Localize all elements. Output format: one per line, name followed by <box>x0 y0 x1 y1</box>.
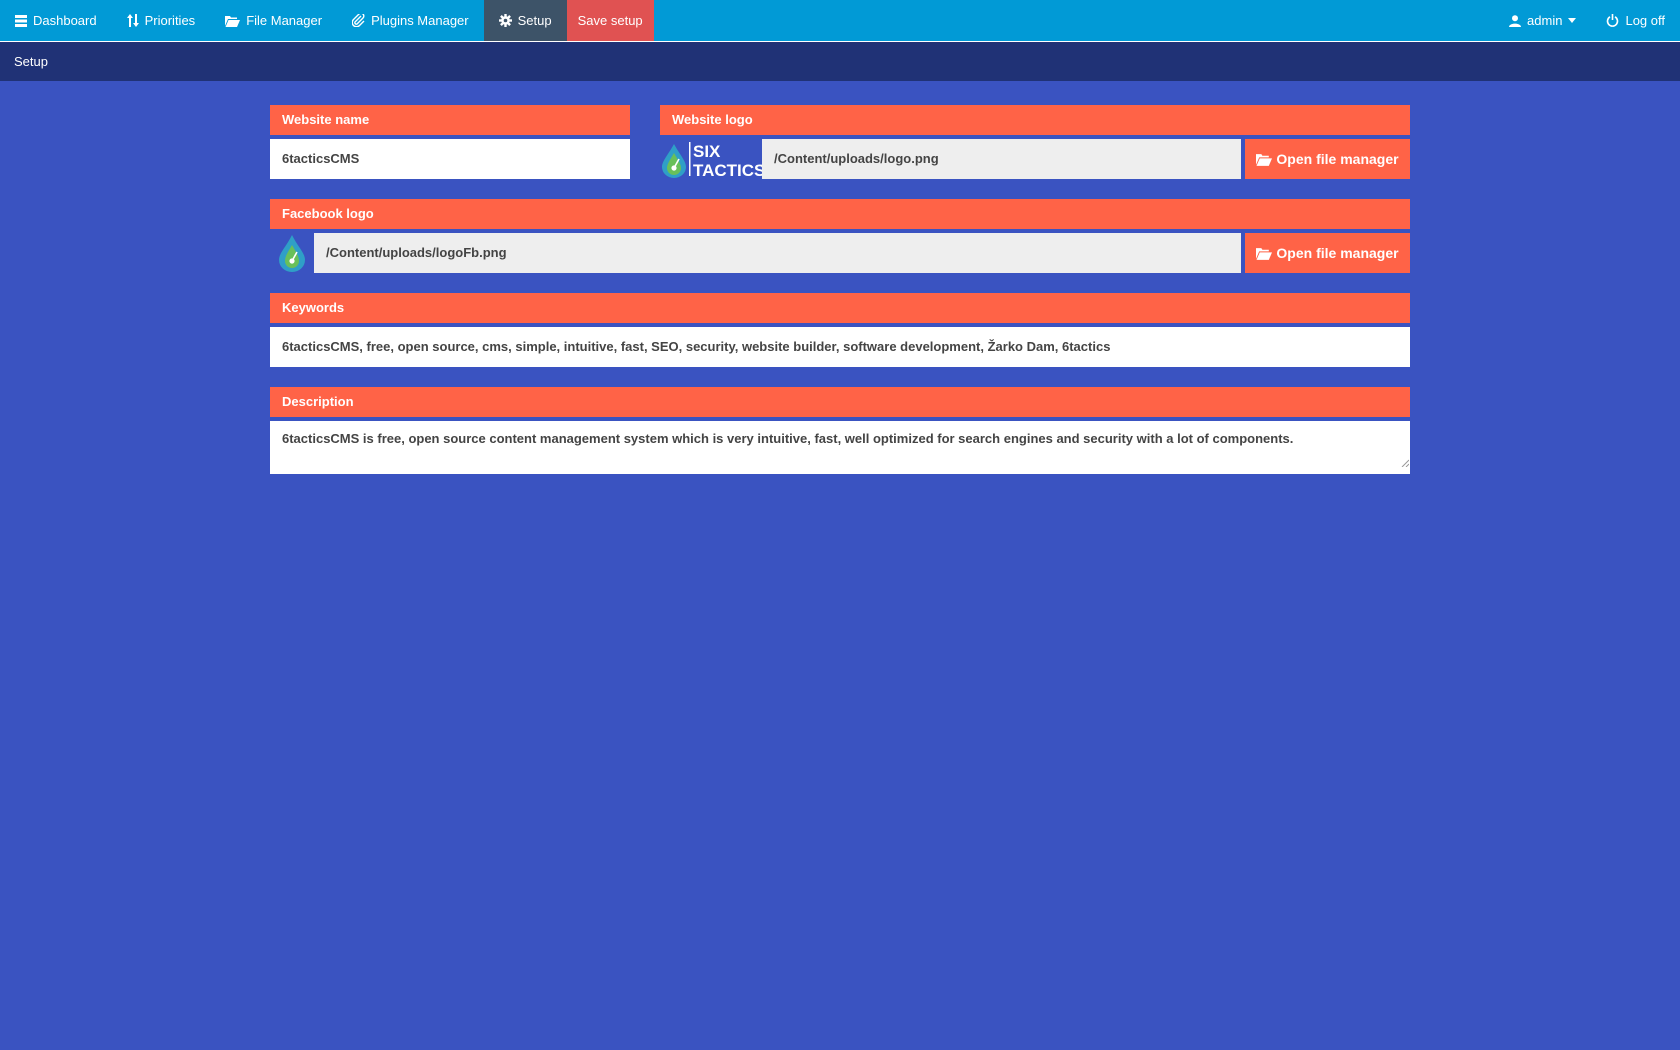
gear-icon <box>498 14 512 27</box>
website-logo-preview: SIX TACTICS <box>660 139 762 179</box>
website-name-input[interactable]: 6tacticsCMS <box>270 139 630 179</box>
user-icon <box>1509 14 1522 27</box>
power-icon <box>1606 14 1619 27</box>
nav-dashboard-label: Dashboard <box>33 13 97 28</box>
website-logo-open-file-manager-label: Open file manager <box>1276 151 1399 167</box>
user-menu[interactable]: admin <box>1494 0 1591 41</box>
folder-open-icon <box>1256 153 1273 166</box>
logoff-link[interactable]: Log off <box>1591 0 1680 41</box>
website-logo-row: SIX TACTICS /Content/uploads/logo.png Op… <box>660 139 1410 179</box>
facebook-logo-input[interactable]: /Content/uploads/logoFb.png <box>314 233 1241 273</box>
website-logo-group: Website logo SIX TACTICS /Content/upload… <box>660 105 1410 179</box>
user-name: admin <box>1527 13 1563 28</box>
breadcrumb: Setup <box>0 42 1680 81</box>
keywords-input[interactable]: 6tacticsCMS, free, open source, cms, sim… <box>270 327 1410 367</box>
website-logo-open-file-manager-button[interactable]: Open file manager <box>1245 139 1410 179</box>
nav-left: Dashboard Priorities File Manager Plugin… <box>0 0 654 41</box>
caret-down-icon <box>1568 18 1577 23</box>
description-text: 6tacticsCMS is free, open source content… <box>282 431 1294 446</box>
nav-priorities[interactable]: Priorities <box>112 0 211 41</box>
nav-file-manager-label: File Manager <box>246 13 323 28</box>
website-name-label: Website name <box>270 105 630 135</box>
nav-priorities-label: Priorities <box>144 13 196 28</box>
description-label: Description <box>270 387 1410 417</box>
resize-handle-icon[interactable] <box>1401 453 1410 473</box>
nav-dashboard[interactable]: Dashboard <box>0 0 112 41</box>
logo-text-six: SIX <box>693 142 721 161</box>
website-name-group: Website name 6tacticsCMS <box>270 105 630 179</box>
facebook-logo-open-file-manager-label: Open file manager <box>1276 245 1399 261</box>
row-name-logo: Website name 6tacticsCMS Website logo SI… <box>270 105 1410 179</box>
logo-text-tactics: TACTICS <box>693 161 762 179</box>
nav-plugins-manager-label: Plugins Manager <box>371 13 469 28</box>
nav-plugins-manager[interactable]: Plugins Manager <box>337 0 484 41</box>
keywords-label: Keywords <box>270 293 1410 323</box>
nav-setup[interactable]: Setup <box>483 0 567 41</box>
nav-file-manager[interactable]: File Manager <box>210 0 337 41</box>
save-setup-button[interactable]: Save setup <box>566 0 654 41</box>
facebook-logo-open-file-manager-button[interactable]: Open file manager <box>1245 233 1410 273</box>
facebook-logo-preview <box>270 233 314 273</box>
description-group: Description 6tacticsCMS is free, open so… <box>270 387 1410 474</box>
page-title: Setup <box>14 54 48 69</box>
facebook-logo-group: Facebook logo /Content/uploads/logoFb.pn… <box>270 199 1410 273</box>
setup-form: Website name 6tacticsCMS Website logo SI… <box>270 105 1410 474</box>
logoff-label: Log off <box>1625 13 1665 28</box>
list-icon <box>15 14 27 27</box>
folder-open-icon <box>1256 247 1273 260</box>
paperclip-icon <box>352 14 365 27</box>
nav-right: admin Log off <box>1494 0 1680 41</box>
description-textarea[interactable]: 6tacticsCMS is free, open source content… <box>270 421 1410 474</box>
keywords-group: Keywords 6tacticsCMS, free, open source,… <box>270 293 1410 367</box>
facebook-logo-label: Facebook logo <box>270 199 1410 229</box>
folder-open-icon <box>225 15 241 27</box>
nav-setup-label: Setup <box>517 13 552 28</box>
website-logo-input[interactable]: /Content/uploads/logo.png <box>762 139 1241 179</box>
sort-icon <box>126 14 139 27</box>
top-navbar: Dashboard Priorities File Manager Plugin… <box>0 0 1680 42</box>
facebook-logo-row: /Content/uploads/logoFb.png Open file ma… <box>270 233 1410 273</box>
website-logo-label: Website logo <box>660 105 1410 135</box>
